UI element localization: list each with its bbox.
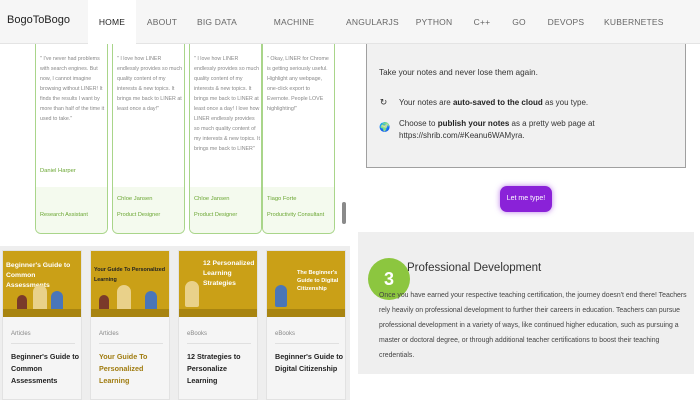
notes-publish-line: Choose to publish your notes as a pretty… [399, 119, 595, 140]
nav-go[interactable]: GO [508, 0, 530, 44]
testimonial-name: Chloe Jansen [194, 196, 230, 202]
nav-kubernetes[interactable]: KUBERNETES [604, 0, 663, 44]
article-card[interactable]: 12 Personalized Learning Strategies eBoo… [178, 250, 258, 400]
nav-python[interactable]: PYTHON [412, 0, 456, 44]
figure-illustration [185, 281, 199, 307]
testimonial-quote: " I love how LINER endlessly provides so… [194, 56, 260, 152]
testimonial-role: Productivity Consultant [267, 212, 325, 218]
testimonial-card: " I love how LINER endlessly provides so… [189, 44, 262, 234]
article-thumbnail[interactable]: 12 Personalized Learning Strategies [179, 251, 257, 317]
nav-big-data[interactable]: BIG DATA [194, 0, 240, 44]
article-category: eBooks [275, 331, 296, 337]
globe-icon: 🌍 [379, 123, 391, 133]
testimonial-quote: " Okay, LINER for Chrome is getting seri… [267, 56, 329, 112]
nav-about[interactable]: ABOUT [140, 0, 184, 44]
nav-cpp[interactable]: C++ [468, 0, 496, 44]
article-thumbnail[interactable]: The Beginner's Guide to Digital Citizens… [267, 251, 345, 317]
article-thumbnail[interactable]: Your Guide To Personalized Learning [91, 251, 169, 317]
figure-illustration [33, 285, 47, 311]
testimonial-card: " Okay, LINER for Chrome is getting seri… [262, 44, 335, 234]
article-title[interactable]: Beginner's Guide to Digital Citizenship [275, 351, 343, 375]
figure-illustration [117, 285, 131, 311]
notes-autosave-line: Your notes are auto-saved to the cloud a… [399, 98, 589, 107]
testimonial-name: Tiago Forte [267, 196, 297, 202]
article-title[interactable]: Beginner's Guide to Common Assessments [11, 351, 79, 387]
site-brand[interactable]: BogoToBogo [7, 14, 70, 26]
testimonials-scrollbar[interactable] [342, 202, 346, 224]
testimonial-name: Chloe Jansen [117, 196, 153, 202]
nav-machine-learning[interactable]: MACHINE LEARNING [254, 0, 334, 71]
section-title: Professional Development [407, 262, 542, 274]
article-card[interactable]: Your Guide To Personalized Learning Arti… [90, 250, 170, 400]
testimonial-card: " I've never had problems with search en… [35, 44, 108, 234]
thumbnail-title: The Beginner's Guide to Digital Citizens… [297, 270, 339, 292]
notes-headline: Take your notes and never lose them agai… [379, 68, 538, 77]
figure-illustration [275, 285, 287, 307]
article-category: Articles [99, 331, 119, 337]
top-navigation: BogoToBogo HOME ABOUT BIG DATA MACHINE L… [0, 0, 700, 71]
article-title[interactable]: Your Guide To Personalized Learning [99, 351, 167, 387]
thumbnail-title: 12 Personalized Learning Strategies [203, 260, 255, 287]
testimonial-quote: " I've never had problems with search en… [40, 56, 105, 122]
testimonial-card: " I love how LINER endlessly provides so… [112, 44, 185, 234]
let-me-type-button[interactable]: Let me type! [500, 186, 552, 212]
thumbnail-title: Your Guide To Personalized Learning [94, 267, 166, 283]
article-card[interactable]: Beginner's Guide to Common Assessments A… [2, 250, 82, 400]
article-card[interactable]: The Beginner's Guide to Digital Citizens… [266, 250, 346, 400]
testimonial-role: Product Designer [117, 212, 161, 218]
testimonials-section: " I've never had problems with search en… [0, 44, 346, 238]
sync-icon: ↻ [379, 98, 388, 108]
nav-devops[interactable]: DEVOPS [546, 0, 586, 44]
nav-home[interactable]: HOME [88, 0, 136, 44]
testimonial-role: Research Assistant [40, 212, 88, 218]
notes-promo-box: Take your notes and never lose them agai… [366, 44, 686, 168]
testimonial-role: Product Designer [194, 212, 238, 218]
article-thumbnail[interactable]: Beginner's Guide to Common Assessments [3, 251, 81, 317]
article-category: Articles [11, 331, 31, 337]
article-title[interactable]: 12 Strategies to Personalize Learning [187, 351, 255, 387]
testimonial-name: Daniel Harper [40, 168, 76, 174]
article-category: eBooks [187, 331, 208, 337]
professional-development-section: 3 Professional Development Once you have… [358, 232, 694, 374]
testimonial-quote: " I love how LINER endlessly provides so… [117, 56, 183, 112]
articles-row: Beginner's Guide to Common Assessments A… [0, 246, 350, 400]
nav-angularjs[interactable]: ANGULARJS [346, 0, 399, 44]
section-body: Once you have earned your respective tea… [379, 292, 687, 359]
